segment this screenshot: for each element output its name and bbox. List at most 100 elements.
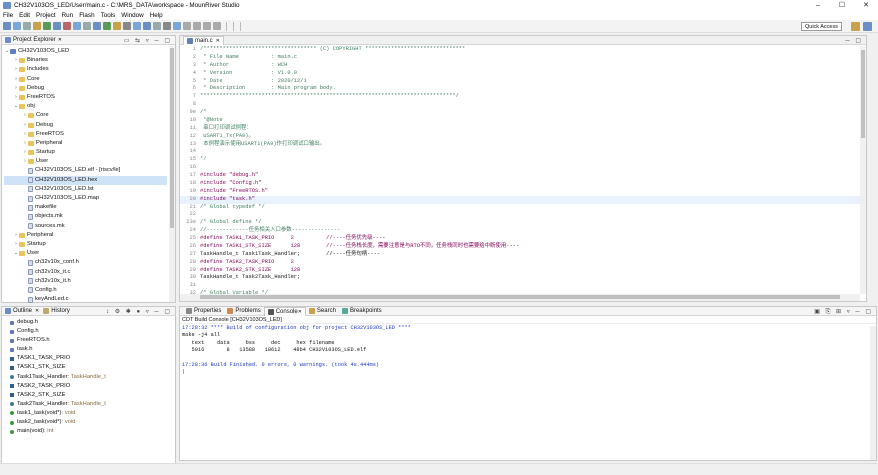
close-tab-icon[interactable]: ✕ (216, 38, 220, 44)
toolbar-tool-icon[interactable] (83, 22, 91, 30)
tree-item[interactable]: keyAndLed.c (4, 295, 167, 304)
outline-item[interactable]: task1_task(void*) : void (4, 409, 173, 418)
tree-item[interactable]: ⌄ obj (4, 102, 167, 111)
menu-help[interactable]: Help (150, 12, 163, 19)
perspective-icon[interactable] (851, 22, 860, 31)
outline-item[interactable]: FreeRTOS.h (4, 336, 173, 345)
menu-window[interactable]: Window (121, 12, 143, 19)
outline-item[interactable]: main(void) : int (4, 427, 173, 436)
tree-item[interactable]: CH32V103OS_LED.map (4, 194, 167, 203)
tab-console[interactable]: Console ✕ (263, 306, 306, 316)
code-editor[interactable]: 1 /*********************************** (C… (180, 46, 866, 301)
tree-item[interactable]: › Startup (4, 148, 167, 157)
code-text: #define TASK2_STK_SIZE 128 (200, 266, 301, 273)
tab-properties[interactable]: Properties (183, 307, 224, 316)
toolbar-tool-icon[interactable] (133, 22, 141, 30)
console-view-controls[interactable]: ▣ ⎘ ⊞ ▿ ─ ▢ (814, 308, 873, 316)
close-button[interactable]: ✕ (854, 1, 878, 9)
outline-item[interactable]: task.h (4, 345, 173, 354)
menu-run[interactable]: Run (62, 12, 74, 19)
close-view-icon[interactable]: ✕ (58, 37, 62, 43)
toolbar-tool-icon[interactable] (73, 22, 81, 30)
tree-item[interactable]: › Peripheral (4, 139, 167, 148)
tab-search[interactable]: Search (306, 307, 339, 316)
tree-item[interactable]: › Startup (4, 240, 167, 249)
toolbar-tool-icon[interactable] (113, 22, 121, 30)
tree-item[interactable]: CH32V103OS_LED.elf - [riscv/le] (4, 166, 167, 175)
tree-item[interactable]: › User (4, 157, 167, 166)
console-output[interactable]: 17:28:32 **** Build of configuration obj… (180, 324, 876, 377)
toolbar-tool-icon[interactable] (173, 22, 181, 30)
editor-hscrollbar[interactable] (180, 294, 860, 301)
toolbar-tool-icon[interactable] (13, 22, 21, 30)
toolbar-tool-icon[interactable] (63, 22, 71, 30)
tree-item[interactable]: ⌄ CH32V103OS_LED (4, 47, 167, 56)
outline-item[interactable]: Task1Task_Handler : TaskHandle_t (4, 373, 173, 382)
toolbar-tool-icon[interactable] (203, 22, 211, 30)
tree-item[interactable]: ch32v10x_it.c (4, 268, 167, 277)
outline-item[interactable]: Task2Task_Handler : TaskHandle_t (4, 400, 173, 409)
quick-access-field[interactable]: Quick Access (800, 22, 842, 31)
outline-item[interactable]: debug.h (4, 318, 173, 327)
editor-view-controls[interactable]: ─ ▢ (845, 37, 863, 44)
toolbar-tool-icon[interactable] (213, 22, 221, 30)
toolbar-tool-icon[interactable] (163, 22, 171, 30)
tree-item[interactable]: objects.mk (4, 212, 167, 221)
menu-project[interactable]: Project (36, 12, 56, 19)
toolbar-tool-icon[interactable] (23, 22, 31, 30)
outline-item[interactable]: task2_task(void*) : void (4, 418, 173, 427)
tree-item[interactable]: › Peripheral (4, 231, 167, 240)
console-scrollbar[interactable] (870, 326, 876, 460)
tree-item[interactable]: ⌄ User (4, 249, 167, 258)
tab-main-c[interactable]: main.c ✕ (183, 35, 224, 45)
tree-item[interactable]: Config.h (4, 286, 167, 295)
toolbar-tool-icon[interactable] (193, 22, 201, 30)
tree-item[interactable]: CH32V103OS_LED.lst (4, 185, 167, 194)
tree-item[interactable]: › Binaries (4, 56, 167, 65)
tree-item[interactable]: › Core (4, 111, 167, 120)
minimize-button[interactable]: – (806, 2, 830, 9)
menu-edit[interactable]: Edit (19, 12, 30, 19)
perspective-icon[interactable] (863, 22, 872, 31)
toolbar-tool-icon[interactable] (183, 22, 191, 30)
menu-tools[interactable]: Tools (101, 12, 116, 19)
outline-view-controls[interactable]: ↕ ⚙ ✱ ● ▿ ─ ▢ (106, 308, 172, 315)
menu-flash[interactable]: Flash (79, 12, 94, 19)
tree-item[interactable]: ch32v10x_conf.h (4, 258, 167, 267)
tree-item[interactable]: ch32v10x_it.h (4, 277, 167, 286)
editor-scrollbar[interactable] (860, 46, 866, 294)
tree-item[interactable]: › Debug (4, 121, 167, 130)
tree-item[interactable]: sources.mk (4, 222, 167, 231)
toolbar-tool-icon[interactable] (3, 22, 11, 30)
tree-item[interactable]: › Debug (4, 84, 167, 93)
toolbar-tool-icon[interactable] (143, 22, 151, 30)
toolbar-tool-icon[interactable] (53, 22, 61, 30)
toolbar-tool-icon[interactable] (103, 22, 111, 30)
toolbar-tool-icon[interactable] (33, 22, 41, 30)
tree-item[interactable]: CH32V103OS_LED.hex (4, 175, 167, 185)
outline-item[interactable]: TASK2_TASK_PRIO (4, 382, 173, 391)
outline-item[interactable]: Config.h (4, 327, 173, 336)
tree-item[interactable]: makefile (4, 203, 167, 212)
tab-breakpoints[interactable]: Breakpoints (339, 307, 385, 316)
close-view-icon[interactable]: ✕ (35, 308, 39, 314)
outline-item[interactable]: TASK1_STK_SIZE (4, 363, 173, 372)
menu-file[interactable]: File (3, 12, 13, 19)
tree-item[interactable]: › Includes (4, 65, 167, 74)
close-tab-icon[interactable]: ✕ (298, 309, 302, 315)
maximize-button[interactable]: ☐ (830, 1, 854, 9)
view-controls[interactable]: ▭ ⇆ ▿ ─ ▢ (124, 37, 172, 44)
tree-item[interactable]: › FreeRTOS (4, 93, 167, 102)
tree-item[interactable]: › FreeRTOS (4, 130, 167, 139)
tree-scrollbar[interactable] (169, 46, 175, 302)
outline-item[interactable]: TASK2_STK_SIZE (4, 391, 173, 400)
toolbar-tool-icon[interactable] (43, 22, 51, 30)
tab-problems[interactable]: Problems (224, 307, 263, 316)
toolbar-tool-icon[interactable] (93, 22, 101, 30)
tab-history[interactable]: History (51, 308, 70, 314)
toolbar-tool-icon[interactable] (123, 22, 131, 30)
tab-outline[interactable]: Outline (13, 307, 35, 316)
outline-item[interactable]: TASK1_TASK_PRIO (4, 354, 173, 363)
tree-item[interactable]: › Core (4, 75, 167, 84)
toolbar-tool-icon[interactable] (153, 22, 161, 30)
